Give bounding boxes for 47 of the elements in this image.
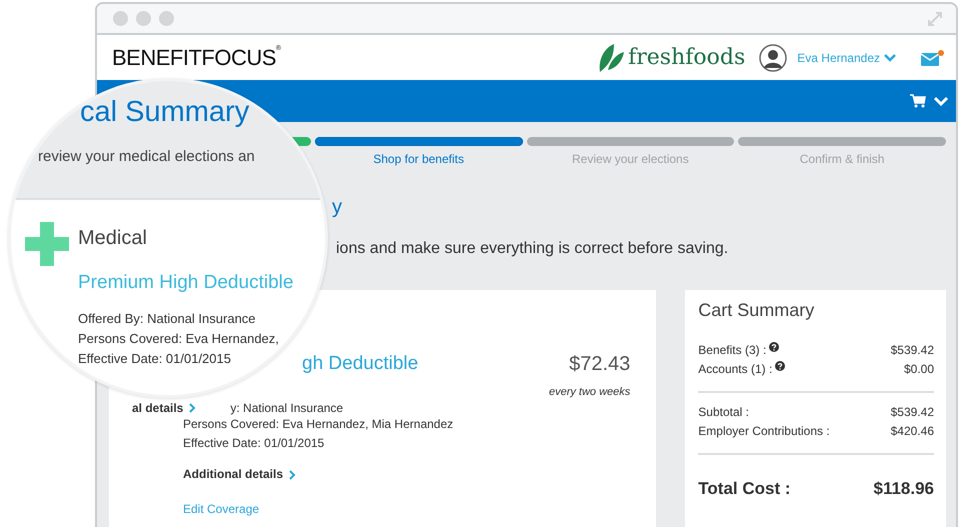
- page-title: cal Summary: [80, 96, 250, 128]
- help-icon[interactable]: [775, 361, 786, 371]
- plan-detail: Persons Covered: Eva Hernandez,: [78, 330, 279, 348]
- chevron-down-icon[interactable]: [884, 52, 896, 62]
- edit-coverage-link[interactable]: Edit Coverage: [183, 500, 260, 519]
- page-intro: ions and make sure everything is correct before saving.: [336, 240, 730, 258]
- step-label[interactable]: Confirm & finish: [800, 152, 884, 166]
- window-dot: [136, 11, 151, 26]
- summary-label: Subtotal :: [698, 404, 749, 421]
- user-menu[interactable]: Eva Hernandez: [797, 50, 880, 64]
- summary-value: $539.42: [890, 342, 934, 359]
- plan-price: $72.43: [568, 352, 630, 376]
- summary-label: Employer Contributions :: [698, 423, 830, 440]
- cart-icon[interactable]: [910, 94, 926, 108]
- plan-title[interactable]: Premium High Deductible: [78, 272, 294, 294]
- window-dot: [113, 11, 128, 26]
- persons-covered: Persons Covered: Eva Hernandez, Mia Hernandez: [183, 416, 454, 433]
- summary-label: Benefits (3) :: [698, 342, 766, 359]
- plan-detail: Effective Date: 01/01/2015: [78, 350, 231, 368]
- effective-date: Effective Date: 01/01/2015: [183, 435, 326, 452]
- details-link[interactable]: al details: [132, 401, 184, 415]
- chevron-right-icon[interactable]: [188, 402, 196, 414]
- additional-details-link[interactable]: Additional details: [183, 465, 284, 484]
- total-label: Total Cost :: [698, 479, 791, 499]
- summary-value: $420.46: [890, 423, 934, 440]
- plan-detail: Offered By: National Insurance: [78, 310, 256, 328]
- page-intro: review your medical elections an: [38, 148, 255, 166]
- chevron-right-icon[interactable]: [288, 468, 296, 480]
- expand-icon[interactable]: [926, 10, 944, 28]
- step-label[interactable]: Shop for benefits: [373, 152, 464, 166]
- plan-title[interactable]: gh Deductible: [302, 352, 418, 376]
- summary-value: $539.42: [890, 404, 934, 421]
- cart-title: Cart Summary: [698, 300, 816, 321]
- page-title: y: [332, 197, 343, 217]
- employer-logo: freshfoods: [628, 45, 746, 70]
- window-dot: [159, 11, 174, 26]
- category-title: Medical: [78, 226, 147, 250]
- total-value: $118.96: [873, 479, 934, 499]
- price-frequency: every two weeks: [548, 385, 630, 399]
- brand-logo: BENEFITFOCUS$^{®}$: [112, 44, 281, 70]
- avatar-icon: [759, 44, 788, 72]
- step-label[interactable]: Review your elections: [572, 152, 689, 166]
- summary-value: $0.00: [904, 361, 934, 378]
- help-icon[interactable]: [769, 342, 780, 352]
- summary-label: Accounts (1) :: [698, 361, 772, 378]
- offered-by: y: National Insurance: [230, 401, 344, 415]
- cross-icon: [25, 222, 69, 266]
